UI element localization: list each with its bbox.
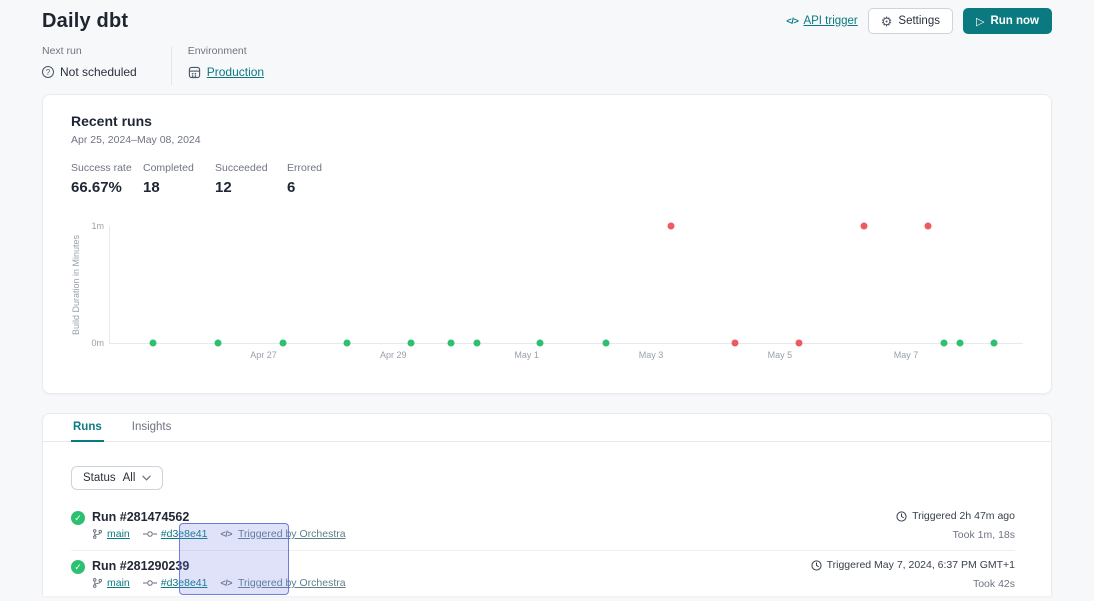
git-branch-icon — [92, 528, 103, 540]
run-title: Run #281474562 — [92, 510, 346, 524]
tabbar: Runs Insights — [43, 414, 1051, 442]
status-filter-label: Status — [83, 472, 116, 484]
triggered-row: Triggered May 7, 2024, 6:37 PM GMT+1 — [811, 559, 1015, 571]
triggered-row: Triggered 2h 47m ago — [896, 510, 1015, 522]
question-circle-icon: ? — [42, 66, 54, 78]
git-branch-icon — [92, 577, 103, 589]
triggered-text: Triggered May 7, 2024, 6:37 PM GMT+1 — [827, 559, 1015, 571]
code-icon: </> — [786, 16, 798, 27]
environment-link[interactable]: Production — [207, 65, 264, 79]
chart-point[interactable] — [861, 223, 868, 230]
api-trigger-link[interactable]: </> API trigger — [786, 15, 858, 27]
gear-icon: ⚙ — [881, 15, 893, 28]
play-icon: ▷ — [976, 15, 984, 28]
header-actions: </> API trigger ⚙ Settings ▷ Run now — [786, 8, 1052, 34]
environment-block: Environment Production — [188, 45, 264, 79]
recent-runs-card: Recent runs Apr 25, 2024–May 08, 2024 Su… — [42, 94, 1052, 394]
run-sub-row: main #d3e8e41 </> Trigger — [92, 528, 346, 540]
stat-success-rate: Success rate 66.67% — [71, 162, 143, 196]
x-tick-label: May 5 — [768, 350, 793, 360]
trigger-source-item[interactable]: </> Triggered by Orchestra — [220, 528, 345, 540]
commit-link[interactable]: #d3e8e41 — [161, 577, 208, 589]
code-icon: </> — [220, 578, 232, 588]
stat-errored: Errored 6 — [287, 162, 359, 196]
branch-item: main — [92, 528, 130, 540]
clock-icon — [896, 511, 907, 522]
run-now-label: Run now — [990, 15, 1039, 27]
trigger-source-item[interactable]: </> Triggered by Orchestra — [220, 577, 345, 589]
triggered-text: Triggered 2h 47m ago — [912, 510, 1015, 522]
chart-point[interactable] — [925, 223, 932, 230]
x-tick-label: Apr 27 — [250, 350, 277, 360]
x-tick-label: May 1 — [514, 350, 539, 360]
trigger-source-link: Triggered by Orchestra — [238, 528, 346, 540]
clock-icon — [811, 560, 822, 571]
settings-label: Settings — [898, 15, 940, 27]
git-commit-icon — [143, 529, 157, 539]
branch-link[interactable]: main — [107, 577, 130, 589]
x-tick-label: May 3 — [639, 350, 664, 360]
run-title: Run #281290239 — [92, 559, 346, 573]
page-title: Daily dbt — [42, 10, 128, 33]
run-row-1[interactable]: ✓ Run #281474562 main — [71, 502, 1015, 551]
meta-divider — [171, 47, 172, 85]
x-tick-label: Apr 29 — [380, 350, 407, 360]
y-tick-0m: 0m — [91, 338, 104, 348]
date-range: Apr 25, 2024–May 08, 2024 — [71, 134, 1023, 146]
build-duration-chart: Build Duration in Minutes 1m 0m Apr 27Ap… — [71, 226, 1023, 362]
run-success-icon: ✓ — [71, 511, 85, 525]
code-icon: </> — [220, 529, 232, 539]
stat-succeeded: Succeeded 12 — [215, 162, 287, 196]
commit-item: #d3e8e41 — [143, 528, 208, 540]
environment-label: Environment — [188, 45, 264, 57]
chevron-down-icon — [142, 475, 151, 481]
job-meta: Next run ? Not scheduled Environment Pro… — [0, 36, 1094, 86]
recent-runs-title: Recent runs — [71, 113, 1023, 129]
status-filter-dropdown[interactable]: Status All — [71, 466, 163, 490]
tab-insights[interactable]: Insights — [130, 414, 174, 442]
took-text: Took 1m, 18s — [896, 529, 1015, 541]
trigger-source-link: Triggered by Orchestra — [238, 577, 346, 589]
commit-item: #d3e8e41 — [143, 577, 208, 589]
environment-value-row: Production — [188, 65, 264, 79]
branch-link[interactable]: main — [107, 528, 130, 540]
next-run-value-row: ? Not scheduled — [42, 65, 137, 79]
branch-item: main — [92, 577, 130, 589]
run-now-button[interactable]: ▷ Run now — [963, 8, 1052, 34]
status-filter-value: All — [123, 472, 136, 484]
chart-x-axis: Apr 27 Apr 29 May 1 May 3 May 5 May 7 — [109, 344, 1023, 362]
settings-button[interactable]: ⚙ Settings — [868, 8, 953, 34]
stat-completed: Completed 18 — [143, 162, 215, 196]
database-icon — [188, 66, 201, 79]
runs-list: ✓ Run #281474562 main — [43, 502, 1051, 596]
next-run-label: Next run — [42, 45, 137, 57]
run-sub-row: main #d3e8e41 </> Trigger — [92, 577, 346, 589]
git-commit-icon — [143, 578, 157, 588]
runs-card: Runs Insights Status All ✓ Run #28147456… — [42, 413, 1052, 596]
run-success-icon: ✓ — [71, 560, 85, 574]
took-text: Took 42s — [811, 578, 1015, 590]
filter-row: Status All — [43, 442, 1051, 490]
api-trigger-label: API trigger — [803, 15, 857, 27]
run-row-2[interactable]: ✓ Run #281290239 main — [71, 551, 1015, 596]
commit-link[interactable]: #d3e8e41 — [161, 528, 208, 540]
chart-y-axis-label: Build Duration in Minutes — [71, 226, 81, 344]
next-run-block: Next run ? Not scheduled — [42, 45, 137, 79]
stats-row: Success rate 66.67% Completed 18 Succeed… — [71, 162, 1023, 196]
x-tick-label: May 7 — [894, 350, 919, 360]
next-run-value: Not scheduled — [60, 65, 137, 79]
tab-runs[interactable]: Runs — [71, 414, 104, 442]
chart-plot: 1m 0m — [109, 226, 1023, 344]
y-tick-1m: 1m — [91, 221, 104, 231]
page-header: Daily dbt </> API trigger ⚙ Settings ▷ R… — [0, 0, 1094, 36]
chart-point[interactable] — [667, 223, 674, 230]
